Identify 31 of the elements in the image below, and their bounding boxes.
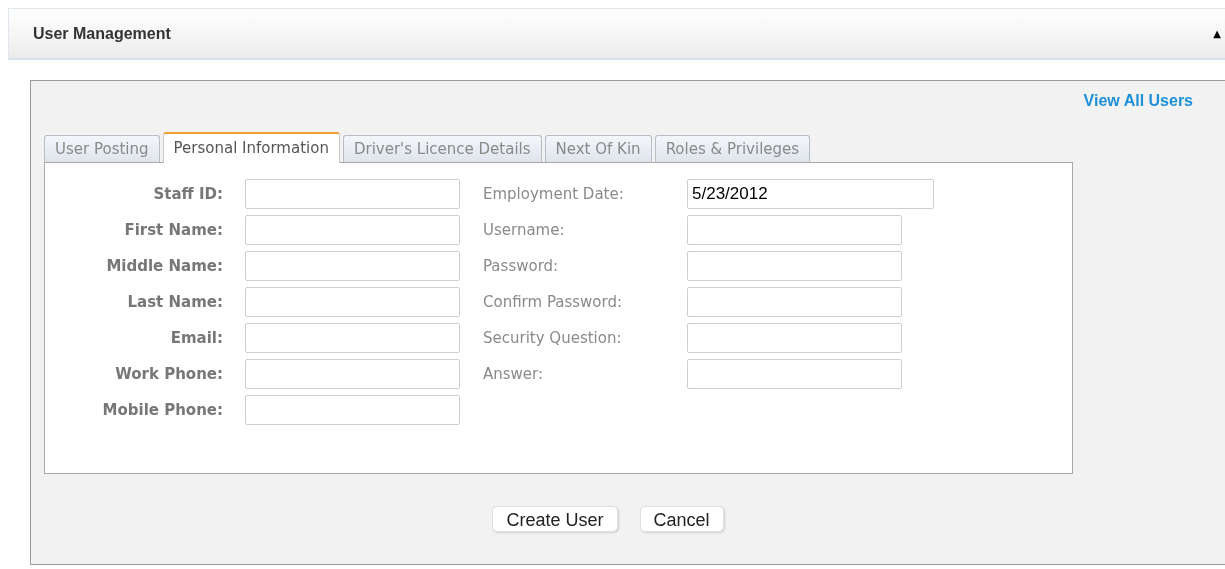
field-label: First Name: [123,219,223,241]
text-field[interactable] [687,287,902,317]
field-label: Confirm Password: [483,291,623,313]
field-label: Answer: [483,363,545,385]
text-field[interactable] [687,359,902,389]
field-label: Middle Name: [105,255,223,277]
cancel-button[interactable]: Cancel [639,506,724,532]
text-field[interactable] [687,323,902,353]
field-label: Mobile Phone: [101,399,223,421]
panel-title: User Management [33,23,171,44]
text-field[interactable] [687,251,902,281]
text-field[interactable] [245,179,460,209]
text-field[interactable] [245,251,460,281]
text-field[interactable] [245,395,460,425]
field-label: Last Name: [126,291,223,313]
collapse-toggle[interactable]: ▲ [1213,26,1221,41]
tab[interactable]: Personal Information [162,132,340,163]
text-field[interactable] [245,359,460,389]
field-label: Staff ID: [152,183,223,205]
field-label: Employment Date: [483,183,625,205]
field-label: Work Phone: [114,363,223,385]
text-field[interactable] [245,287,460,317]
date-field[interactable]: 5/23/2012 [687,179,934,209]
field-label: Security Question: [483,327,623,349]
text-field[interactable] [245,215,460,245]
field-label: Username: [483,219,566,241]
field-label: Email: [169,327,223,349]
field-label: Password: [483,255,560,277]
text-field[interactable] [245,323,460,353]
create-user-button[interactable]: Create User [492,506,618,532]
text-field[interactable] [687,215,902,245]
